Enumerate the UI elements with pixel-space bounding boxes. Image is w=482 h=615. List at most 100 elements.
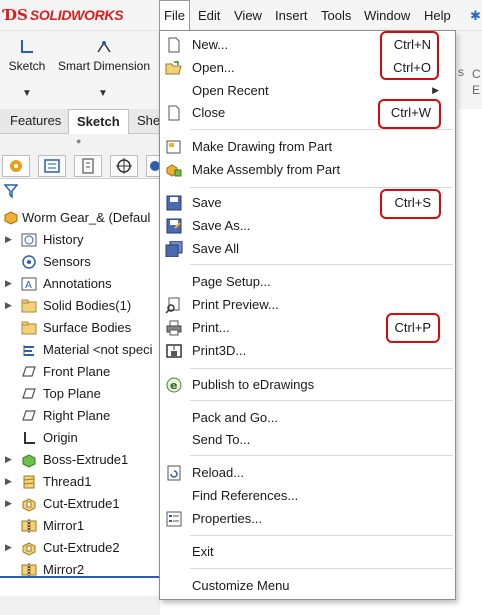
tree-item-sensors[interactable]: Sensors <box>0 251 160 273</box>
plane-icon <box>22 410 36 421</box>
tree-item-mirror1[interactable]: Mirror1 <box>0 515 160 537</box>
save-all-icon <box>165 241 183 257</box>
history-icon <box>21 233 37 247</box>
sketch-icon <box>21 40 33 53</box>
pin-icon[interactable]: ✱ <box>470 8 481 24</box>
shortcut-highlight-new-open <box>380 31 439 80</box>
tree-item-top-plane[interactable]: Top Plane <box>0 383 160 405</box>
menu-save-all[interactable]: Save All <box>160 238 455 260</box>
menu-file[interactable]: File <box>159 0 190 31</box>
display-icon <box>150 161 160 171</box>
sketch-chevron-down-icon[interactable]: ▼ <box>22 88 32 99</box>
menu-properties-label: Properties... <box>192 511 263 526</box>
menu-find-references[interactable]: Find References... <box>160 485 455 507</box>
menu-window[interactable]: Window <box>362 0 412 31</box>
svg-text:e: e <box>170 379 177 392</box>
menu-separator <box>190 129 453 130</box>
menu-send-to-label: Send To... <box>192 432 251 447</box>
menu-print3d[interactable]: Print3D... <box>160 340 455 362</box>
configuration-manager-tab[interactable] <box>74 155 102 177</box>
tree-item-surface-bodies[interactable]: Surface Bodies <box>0 317 160 339</box>
menu-pack-go-label: Pack and Go... <box>192 410 278 425</box>
tree-item-boss-extrude1[interactable]: ▶ Boss-Extrude1 <box>0 449 160 471</box>
tree-item-label: Front Plane <box>43 364 111 379</box>
tree-item-cut-extrude1[interactable]: ▶ Cut-Extrude1 <box>0 493 160 515</box>
smart-dimension-button[interactable]: Smart Dimension <box>54 37 154 73</box>
command-manager: Sketch Smart Dimension ▼ ▼ <box>0 31 160 109</box>
tree-item-front-plane[interactable]: Front Plane <box>0 361 160 383</box>
save-as-icon <box>166 218 182 234</box>
tree-item-label: Mirror1 <box>43 518 85 533</box>
expand-arrow-icon[interactable]: ▶ <box>5 454 12 465</box>
expand-arrow-icon[interactable]: ▶ <box>5 278 12 289</box>
tree-root[interactable]: Worm Gear_& (Defaul <box>0 207 160 229</box>
tree-item-label: Top Plane <box>43 386 101 401</box>
menu-make-drawing[interactable]: Make Drawing from Part <box>160 136 455 158</box>
tree-item-solid-bodies[interactable]: ▶ Solid Bodies(1) <box>0 295 160 317</box>
tree-item-thread1[interactable]: ▶ Thread1 <box>0 471 160 493</box>
menu-page-setup[interactable]: Page Setup... <box>160 271 455 293</box>
tree-item-label: Origin <box>43 430 78 445</box>
tree-item-material[interactable]: Material <not speci <box>0 339 160 361</box>
cut-extrude-icon <box>22 498 36 512</box>
tree-item-label: Cut-Extrude1 <box>43 496 120 511</box>
dimxpert-tab[interactable] <box>110 155 138 177</box>
splitter-dot-icon[interactable]: ● <box>76 136 81 146</box>
menu-save-as-label: Save As... <box>192 218 251 233</box>
tab-features[interactable]: Features <box>2 109 69 134</box>
menu-open-recent-label: Open Recent <box>192 83 269 98</box>
tree-item-cut-extrude2[interactable]: ▶ Cut-Extrude2 <box>0 537 160 559</box>
tab-sketch[interactable]: Sketch <box>68 109 129 134</box>
boss-extrude-icon <box>22 454 36 468</box>
display-manager-tab[interactable] <box>146 155 160 177</box>
menu-send-to[interactable]: Send To... <box>160 429 455 451</box>
feature-tree-tab[interactable] <box>2 155 30 177</box>
sketch-button[interactable]: Sketch <box>8 37 46 73</box>
filter-button[interactable] <box>3 183 19 202</box>
shortcut-highlight-print <box>386 313 440 343</box>
menu-separator <box>190 264 453 265</box>
plane-icon <box>22 366 36 377</box>
menu-separator <box>190 568 453 569</box>
expand-arrow-icon[interactable]: ▶ <box>5 300 12 311</box>
menu-exit[interactable]: Exit <box>160 541 455 563</box>
property-manager-tab[interactable] <box>38 155 66 177</box>
menu-help[interactable]: Help <box>422 0 453 31</box>
rollback-bar[interactable] <box>0 576 160 578</box>
menu-reload-label: Reload... <box>192 465 245 480</box>
menu-pack-and-go[interactable]: Pack and Go... <box>160 407 455 429</box>
tree-item-label: Solid Bodies(1) <box>43 298 132 313</box>
menu-customize[interactable]: Customize Menu <box>160 575 455 597</box>
print-icon <box>166 320 182 336</box>
tree-item-label: Annotations <box>43 276 112 291</box>
tree-item-label: Mirror2 <box>43 562 85 577</box>
expand-arrow-icon[interactable]: ▶ <box>5 476 12 487</box>
tree-item-history[interactable]: ▶ History <box>0 229 160 251</box>
expand-arrow-icon[interactable]: ▶ <box>5 498 12 509</box>
menu-separator <box>190 455 453 456</box>
menu-make-assembly[interactable]: Make Assembly from Part <box>160 159 455 181</box>
expand-arrow-icon[interactable]: ▶ <box>5 234 12 245</box>
tree-item-label: Cut-Extrude2 <box>43 540 120 555</box>
tree-item-annotations[interactable]: ▶ A Annotations <box>0 273 160 295</box>
menu-publish-edrawings[interactable]: e Publish to eDrawings <box>160 374 455 396</box>
menu-edit[interactable]: Edit <box>196 0 222 31</box>
menu-insert[interactable]: Insert <box>273 0 310 31</box>
reload-icon <box>167 465 181 481</box>
menu-tools[interactable]: Tools <box>319 0 353 31</box>
menu-properties[interactable]: Properties... <box>160 508 455 530</box>
menu-reload[interactable]: Reload... <box>160 462 455 484</box>
tree-item-label: Sensors <box>43 254 91 269</box>
print3d-icon <box>166 344 182 358</box>
menu-find-refs-label: Find References... <box>192 488 299 503</box>
tree-item-origin[interactable]: Origin <box>0 427 160 449</box>
menu-make-drawing-label: Make Drawing from Part <box>192 139 333 154</box>
menu-view[interactable]: View <box>232 0 264 31</box>
menu-new-label: New... <box>192 37 229 52</box>
menu-exit-label: Exit <box>192 544 214 559</box>
menu-print-preview-label: Print Preview... <box>192 297 279 312</box>
tree-item-right-plane[interactable]: Right Plane <box>0 405 160 427</box>
dimension-chevron-down-icon[interactable]: ▼ <box>98 88 108 99</box>
save-icon <box>166 195 182 211</box>
expand-arrow-icon[interactable]: ▶ <box>5 542 12 553</box>
